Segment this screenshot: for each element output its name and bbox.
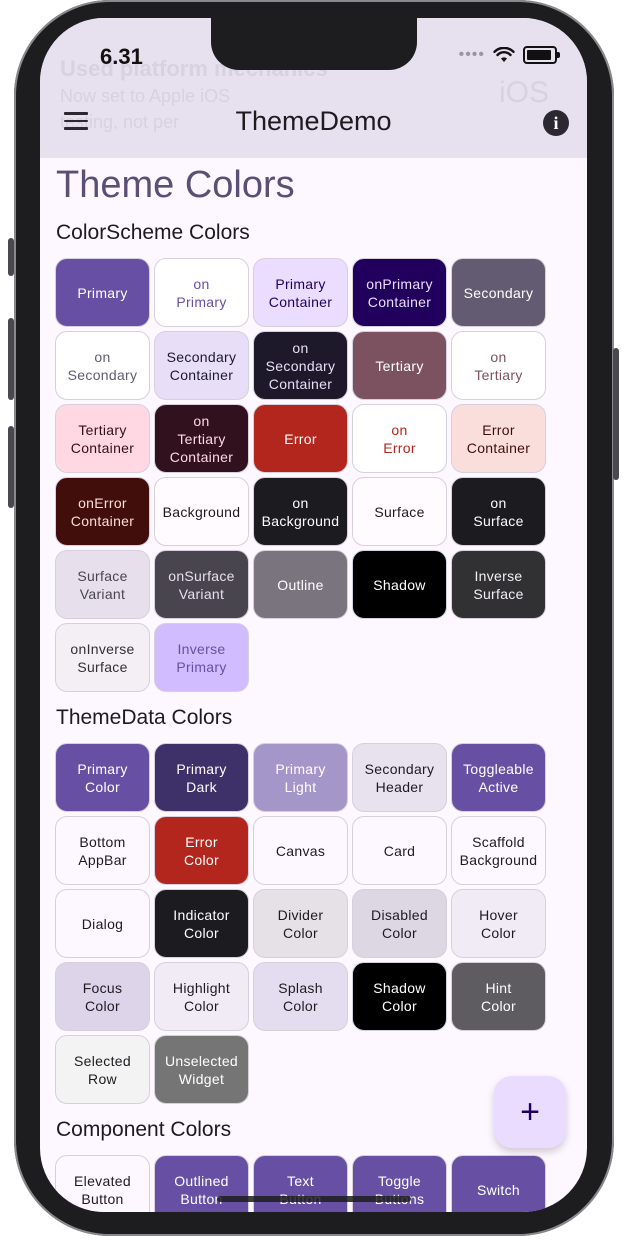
wifi-icon: [493, 47, 515, 62]
color-swatch: Canvas: [253, 816, 348, 885]
color-swatch: Primary Light: [253, 743, 348, 812]
camera-notch: [211, 18, 417, 70]
color-swatch: Surface Variant: [55, 550, 150, 619]
component-grid: Elevated ButtonOutlined ButtonText Butto…: [55, 1155, 546, 1212]
color-swatch: Secondary: [451, 258, 546, 327]
color-swatch: Unselected Widget: [154, 1035, 249, 1104]
signal-dots-icon: ••••: [458, 46, 485, 63]
battery-icon: [523, 46, 560, 64]
section-title-colorscheme: ColorScheme Colors: [56, 221, 250, 244]
color-swatch: Primary Container: [253, 258, 348, 327]
status-icons: ••••: [458, 46, 560, 64]
color-swatch: Disabled Color: [352, 889, 447, 958]
color-swatch: Error Container: [451, 404, 546, 473]
app-title: ThemeDemo: [235, 106, 392, 136]
color-swatch: Bottom AppBar: [55, 816, 150, 885]
color-swatch: Inverse Surface: [451, 550, 546, 619]
color-swatch: Error: [253, 404, 348, 473]
color-swatch: onInverse Surface: [55, 623, 150, 692]
color-swatch: Primary Dark: [154, 743, 249, 812]
color-swatch: Secondary Container: [154, 331, 249, 400]
color-swatch: Primary: [55, 258, 150, 327]
color-swatch: Surface: [352, 477, 447, 546]
section-title-themedata: ThemeData Colors: [56, 706, 233, 729]
color-swatch: Tertiary Container: [55, 404, 150, 473]
color-swatch: Selected Row: [55, 1035, 150, 1104]
background-text-line2: Now set to Apple iOS: [60, 86, 231, 106]
color-swatch: Highlight Color: [154, 962, 249, 1031]
color-swatch: on Secondary Container: [253, 331, 348, 400]
volume-up-button: [8, 318, 14, 400]
color-swatch: Toggleable Active: [451, 743, 546, 812]
color-swatch: Shadow: [352, 550, 447, 619]
color-swatch: Divider Color: [253, 889, 348, 958]
color-swatch: on Secondary: [55, 331, 150, 400]
page-title: Theme Colors: [56, 164, 295, 206]
section-title-component: Component Colors: [56, 1118, 232, 1141]
themedata-grid: Primary Color Primary Dark Primary Light Se…: [55, 743, 546, 1104]
color-swatch: onPrimary Container: [352, 258, 447, 327]
mute-switch: [8, 238, 14, 276]
color-swatch: onSurface Variant: [154, 550, 249, 619]
color-swatch: Inverse Primary: [154, 623, 249, 692]
color-swatch: on Tertiary: [451, 331, 546, 400]
color-swatch: Outline: [253, 550, 348, 619]
color-swatch: Switch: [451, 1155, 546, 1212]
color-swatch: on Primary: [154, 258, 249, 327]
color-swatch: on Tertiary Container: [154, 404, 249, 473]
background-platform-text: iOS: [498, 76, 549, 109]
color-swatch: Hint Color: [451, 962, 546, 1031]
color-swatch: Hover Color: [451, 889, 546, 958]
power-button: [613, 348, 619, 480]
color-swatch: on Background: [253, 477, 348, 546]
colorscheme-grid: Primary on Primary Primary Container onPrim…: [55, 258, 546, 692]
color-swatch: Shadow Color: [352, 962, 447, 1031]
color-swatch: Indicator Color: [154, 889, 249, 958]
status-time: 6.31: [100, 44, 143, 69]
color-swatch: Primary Color: [55, 743, 150, 812]
color-swatch: on Error: [352, 404, 447, 473]
volume-down-button: [8, 426, 14, 508]
color-swatch: Scaffold Background: [451, 816, 546, 885]
color-swatch: Text Button: [253, 1155, 348, 1212]
color-swatch: Outlined Button: [154, 1155, 249, 1212]
color-swatch: on Surface: [451, 477, 546, 546]
color-swatch: onError Container: [55, 477, 150, 546]
color-swatch: Tertiary: [352, 331, 447, 400]
info-icon[interactable]: i: [543, 110, 569, 136]
color-swatch: Elevated Button: [55, 1155, 150, 1212]
color-swatch: Card: [352, 816, 447, 885]
color-swatch: Error Color: [154, 816, 249, 885]
color-swatch: Focus Color: [55, 962, 150, 1031]
color-swatch: Toggle Buttons: [352, 1155, 447, 1212]
color-swatch: Dialog: [55, 889, 150, 958]
screen: Used platform mechanics Now set to Apple…: [40, 18, 587, 1212]
color-swatch: Background: [154, 477, 249, 546]
color-swatch: Splash Color: [253, 962, 348, 1031]
color-swatch: Secondary Header: [352, 743, 447, 812]
home-indicator: [217, 1196, 411, 1202]
add-icon[interactable]: +: [494, 1076, 566, 1148]
